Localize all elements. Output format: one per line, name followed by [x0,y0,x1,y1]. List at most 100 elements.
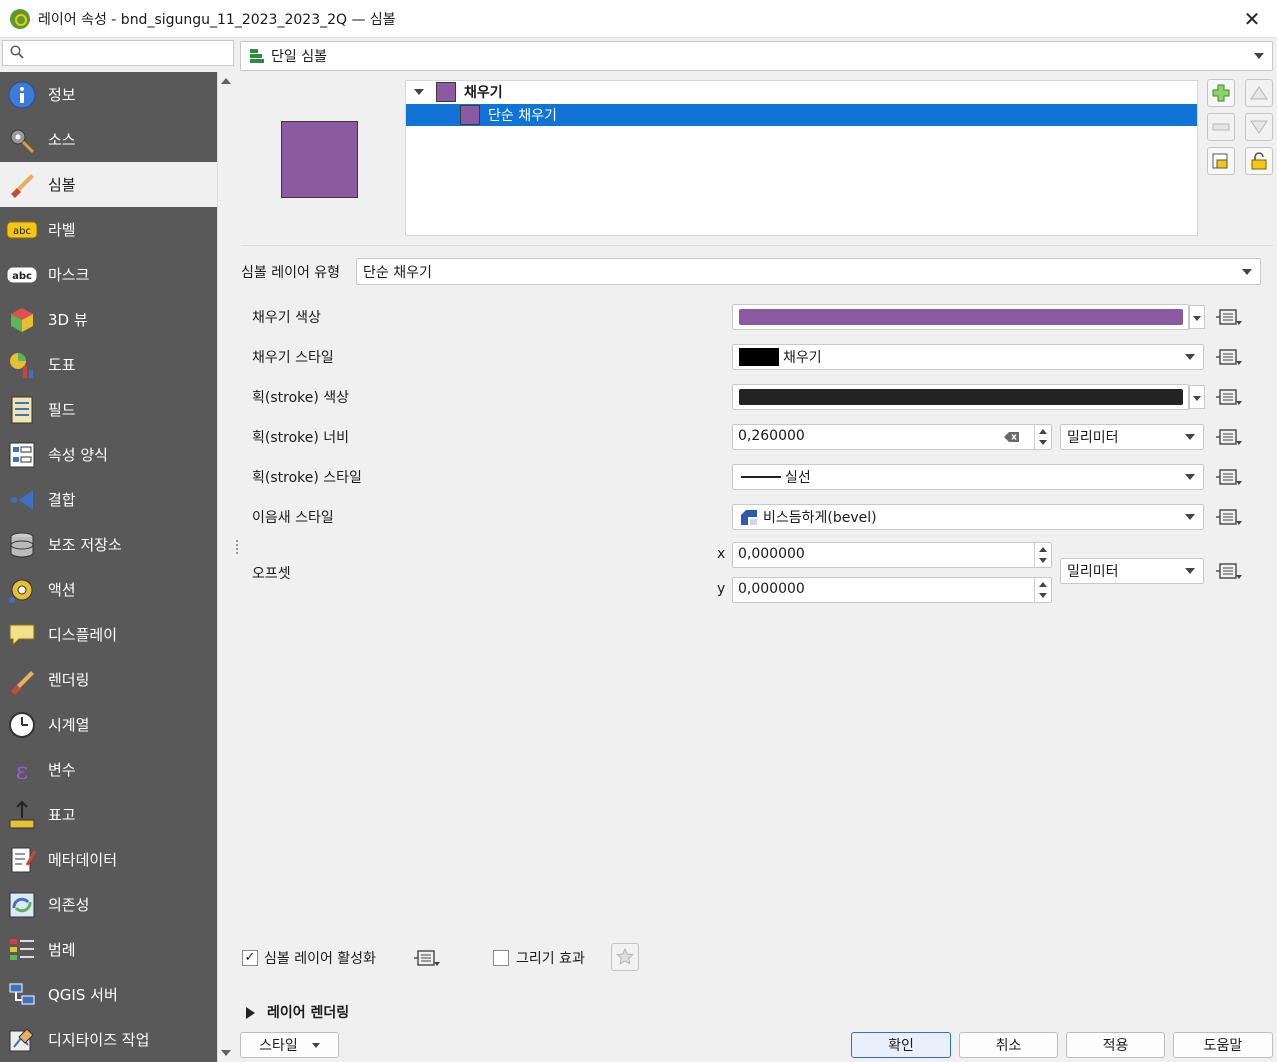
search-box[interactable] [2,40,234,66]
help-button[interactable]: 도움말 [1173,1032,1273,1058]
sidebar-item-diagram[interactable]: 도표 [0,342,217,387]
diagram-icon [6,349,38,381]
symbol-layer-tree[interactable]: 채우기 단순 채우기 [405,80,1198,236]
expand-arrow-icon[interactable] [246,1007,255,1019]
data-defined-override-icon[interactable] [1214,464,1244,490]
auxiliary-storage-icon [6,529,38,561]
sidebar-item-fields[interactable]: 필드 [0,387,217,432]
simple-fill-swatch-icon [460,105,480,125]
stroke-style-value: 실선 [785,470,811,486]
fill-color-dropdown[interactable] [1189,305,1205,329]
sidebar-item-symbology[interactable]: 심볼 [0,162,217,207]
sidebar-item-legend[interactable]: 범례 [0,927,217,972]
sidebar-item-label: 필드 [48,401,76,419]
sidebar-item-metadata[interactable]: 메타데이터 [0,837,217,882]
enable-layer-checkbox[interactable]: ✓ [242,950,258,966]
sidebar-item-label: 결합 [48,491,76,509]
offset-x-spinbox[interactable]: 0,000000 [732,542,1052,568]
add-layer-button[interactable] [1207,79,1235,107]
sidebar-item-label: 정보 [48,86,76,104]
divider [241,245,1273,246]
stroke-color-button[interactable] [732,384,1189,410]
offset-y-spinbox[interactable]: 0,000000 [732,577,1052,603]
offset-unit: 밀리미터 [1067,564,1119,580]
tree-row-root[interactable]: 채우기 [406,81,1197,103]
data-defined-override-icon[interactable] [1214,558,1244,584]
fill-color-button[interactable] [732,304,1189,330]
sidebar-item-labels[interactable]: abc 라벨 [0,207,217,252]
sidebar-item-dependencies[interactable]: 의존성 [0,882,217,927]
sidebar-item-label: 액션 [48,581,76,599]
fill-color-label: 채우기 색상 [252,310,321,326]
lock-layer-button[interactable] [1245,147,1273,175]
chevron-down-icon [1185,514,1195,520]
offset-unit-combo[interactable]: 밀리미터 [1060,558,1204,584]
sidebar-item-rendering[interactable]: 렌더링 [0,657,217,702]
chevron-down-icon [1185,434,1195,440]
sidebar-item-label: 범례 [48,941,76,959]
apply-button[interactable]: 적용 [1066,1032,1165,1058]
sidebar-item-3d-view[interactable]: 3D 뷰 [0,297,217,342]
search-input[interactable] [31,43,226,63]
draw-effects-checkbox[interactable] [493,950,509,966]
renderer-combo[interactable]: 단일 심볼 [240,41,1273,71]
layer-rendering-label[interactable]: 레이어 렌더링 [267,1002,349,1022]
move-up-button[interactable] [1245,79,1273,107]
sidebar-scrollbar[interactable] [217,72,234,1062]
fill-style-label: 채우기 스타일 [252,350,334,366]
data-defined-override-icon[interactable] [1214,344,1244,370]
sidebar-item-label: 심볼 [48,176,76,194]
stroke-color-dropdown[interactable] [1189,385,1205,409]
data-defined-override-icon[interactable] [1214,424,1244,450]
close-icon[interactable]: ✕ [1239,6,1265,32]
duplicate-layer-button[interactable] [1207,147,1235,175]
chevron-down-icon [1185,474,1195,480]
sidebar-item-elevation[interactable]: 표고 [0,792,217,837]
tree-row-simple-fill[interactable]: 단순 채우기 [406,104,1197,126]
sidebar-item-actions[interactable]: 액션 [0,567,217,612]
offset-x-stepper[interactable] [1034,543,1051,567]
effects-button[interactable] [611,943,639,971]
sidebar-item-auxiliary-storage[interactable]: 보조 저장소 [0,522,217,567]
sidebar-item-variables[interactable]: ε 변수 [0,747,217,792]
cancel-button[interactable]: 취소 [959,1032,1058,1058]
sidebar-item-attribute-form[interactable]: 속성 양식 [0,432,217,477]
offset-y-stepper[interactable] [1034,578,1051,602]
data-defined-override-icon[interactable] [412,945,442,971]
move-down-button[interactable] [1245,113,1273,141]
svg-text:abc: abc [12,271,32,282]
attribute-form-icon [6,439,38,471]
fill-style-combo[interactable]: 채우기 [732,344,1204,370]
sidebar-item-display[interactable]: 디스플레이 [0,612,217,657]
sidebar-item-source[interactable]: 소스 [0,117,217,162]
splitter-handle[interactable] [236,540,239,554]
sidebar-item-qgis-server[interactable]: QGIS 서버 [0,972,217,1017]
join-style-combo[interactable]: 비스듬하게(bevel) [732,504,1204,530]
scroll-up-icon[interactable] [221,78,231,84]
data-defined-override-icon[interactable] [1214,504,1244,530]
style-button[interactable]: 스타일 [240,1032,339,1058]
sidebar-item-digitizing[interactable]: 디지타이즈 작업 [0,1017,217,1062]
remove-layer-button[interactable] [1207,113,1235,141]
data-defined-override-icon[interactable] [1214,304,1244,330]
sidebar-item-temporal[interactable]: 시계열 [0,702,217,747]
sidebar-item-info[interactable]: 정보 [0,72,217,117]
stroke-width-unit-combo[interactable]: 밀리미터 [1060,424,1204,450]
stroke-style-combo[interactable]: 실선 [732,464,1204,490]
symbol-layer-type-combo[interactable]: 단순 채우기 [356,258,1261,285]
window-title: 레이어 속성 - bnd_sigungu_11_2023_2023_2Q — 심… [38,11,396,28]
stroke-width-stepper[interactable] [1034,425,1051,449]
clear-icon[interactable] [1004,431,1020,443]
stroke-width-spinbox[interactable]: 0,260000 [732,424,1052,450]
digitizing-icon [6,1024,38,1056]
expand-arrow-icon[interactable] [414,89,424,95]
sidebar-item-joins[interactable]: 결합 [0,477,217,522]
joins-icon [6,484,38,516]
star-effects-icon [616,948,634,965]
scroll-down-icon[interactable] [221,1050,231,1056]
chevron-down-icon [311,1042,320,1048]
sidebar-item-label: QGIS 서버 [48,986,118,1004]
sidebar-item-mask[interactable]: abc 마스크 [0,252,217,297]
data-defined-override-icon[interactable] [1214,384,1244,410]
ok-button[interactable]: 확인 [851,1032,951,1058]
